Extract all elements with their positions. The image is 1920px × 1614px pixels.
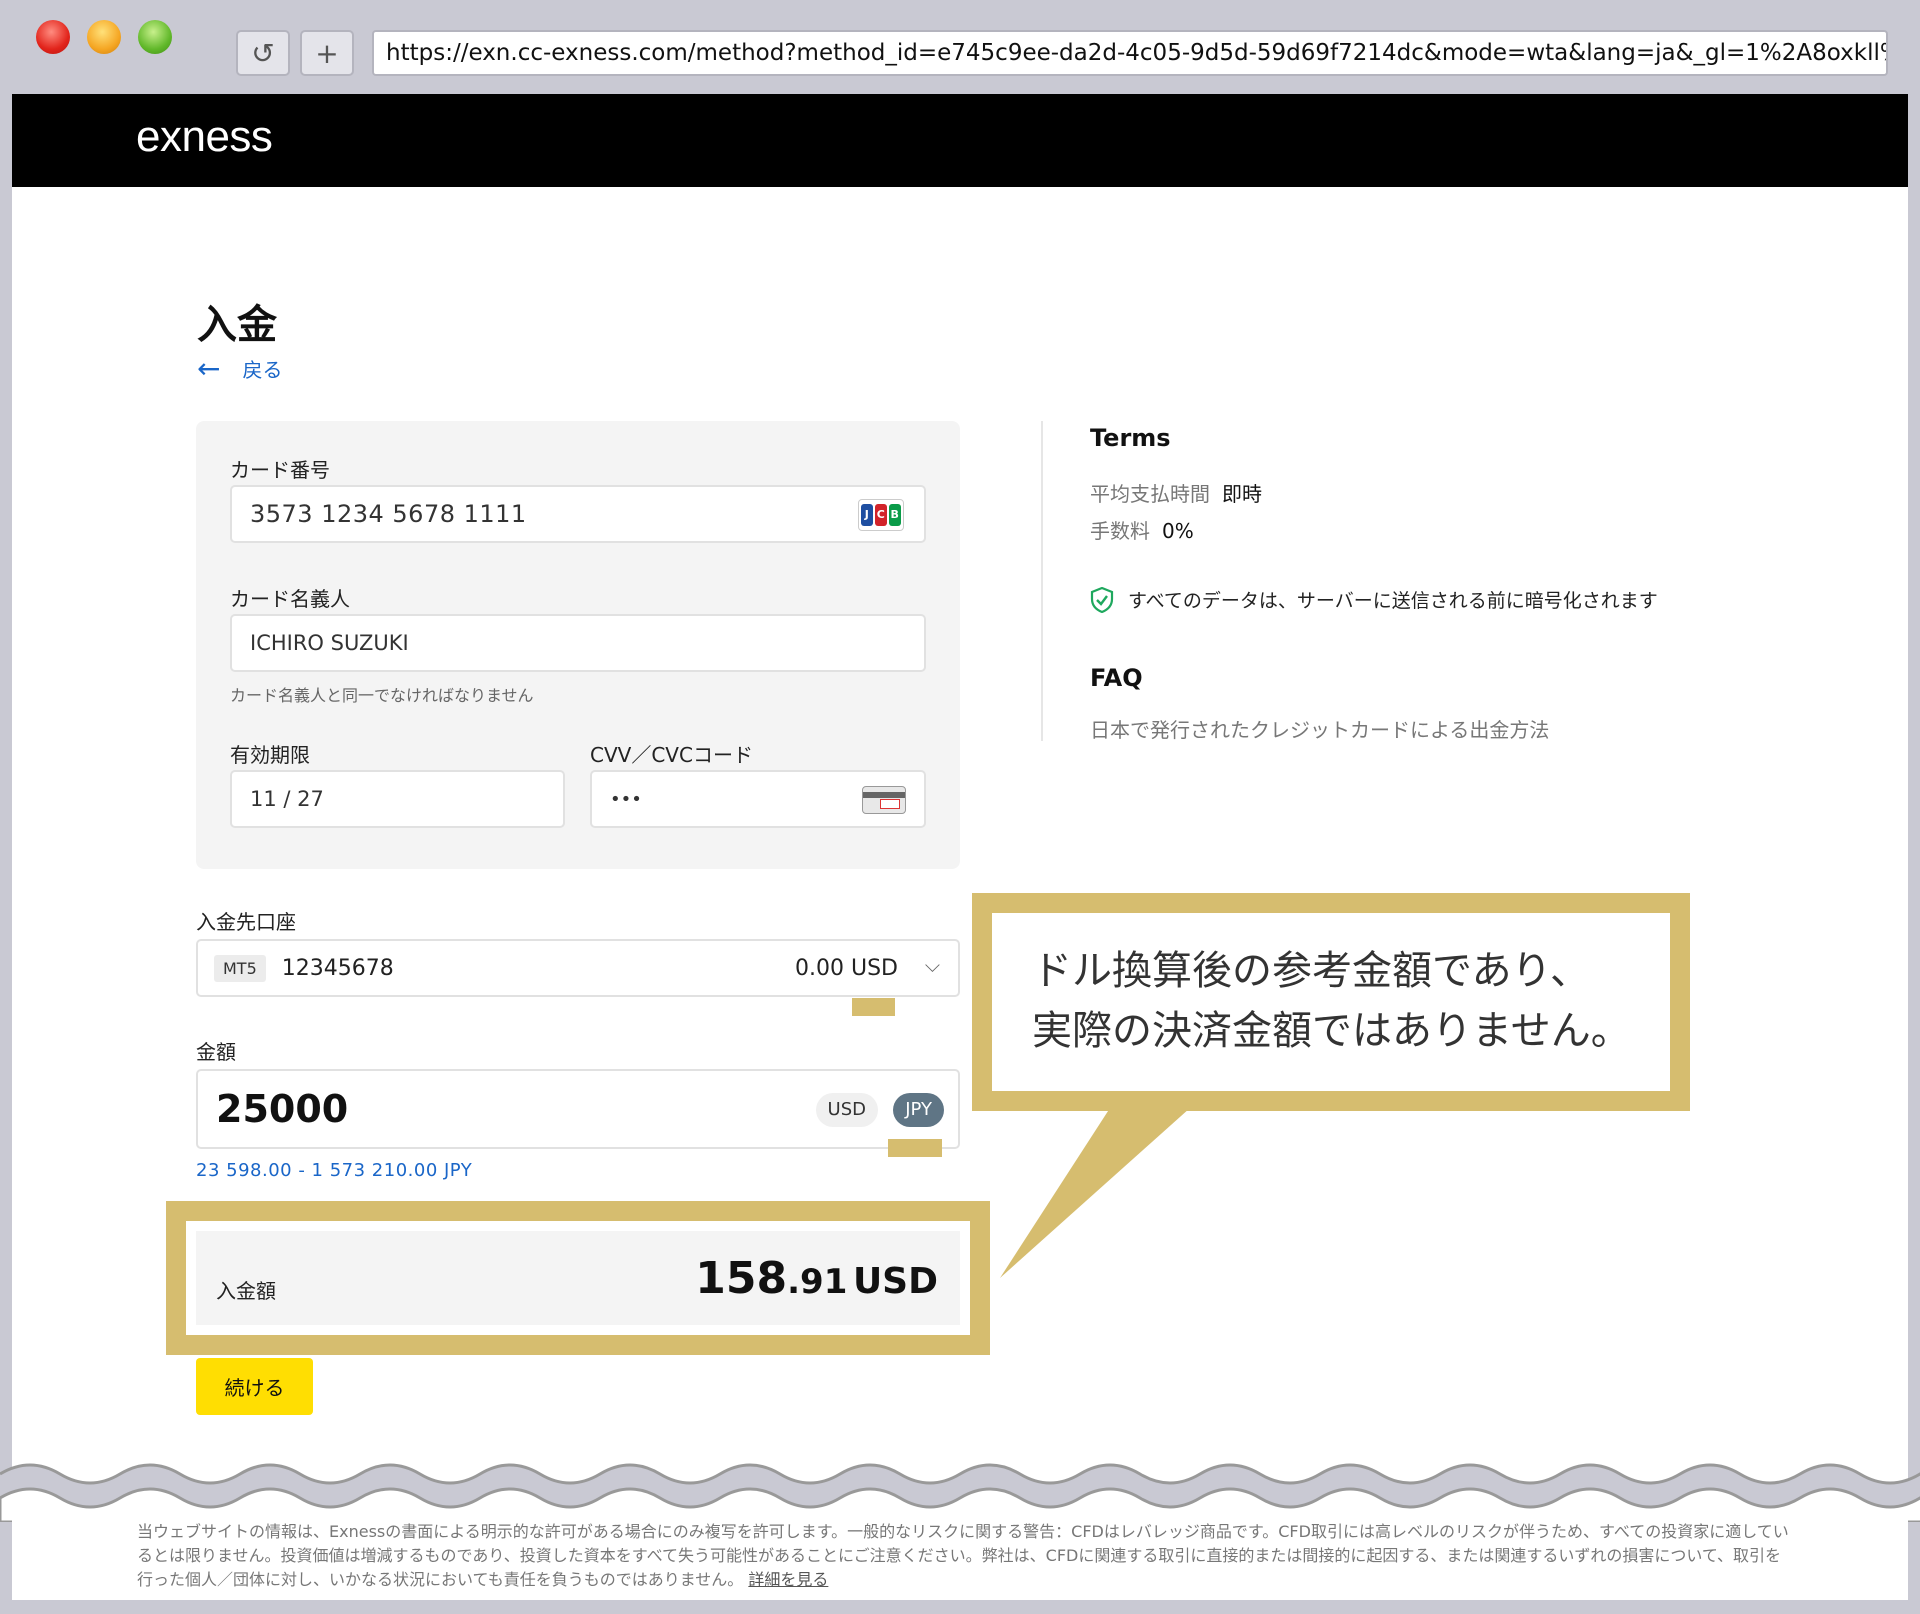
- divider: [1041, 421, 1043, 741]
- arrow-left-icon: ←: [197, 351, 221, 385]
- account-balance: 0.00 USD: [795, 955, 898, 981]
- account-number: 12345678: [281, 955, 394, 981]
- cvv-value: •••: [610, 788, 642, 810]
- chevron-down-icon: ⌵: [924, 953, 940, 977]
- reload-icon[interactable]: ↺: [236, 30, 290, 76]
- highlight-mark-usd: [852, 998, 895, 1016]
- terms-heading: Terms: [1090, 424, 1171, 452]
- shield-check-icon: [1090, 586, 1114, 613]
- page-title: 入金: [197, 302, 277, 348]
- close-window-button[interactable]: [36, 20, 70, 54]
- total-label: 入金額: [216, 1279, 276, 1303]
- amount-input[interactable]: 25000 USD JPY: [196, 1069, 960, 1149]
- card-number-input[interactable]: 3573 1234 5678 1111 JCB: [230, 485, 926, 543]
- card-holder-hint: カード名義人と同一でなければなりません: [230, 686, 534, 705]
- currency-usd-toggle[interactable]: USD: [815, 1093, 878, 1127]
- highlight-mark-jpy: [888, 1139, 942, 1157]
- card-holder-value: ICHIRO SUZUKI: [250, 631, 409, 655]
- expiry-label: 有効期限: [230, 743, 310, 767]
- fee-row: 手数料 0%: [1090, 519, 1194, 543]
- expiry-value: 11 / 27: [250, 787, 324, 811]
- back-link[interactable]: ← 戻る: [197, 354, 282, 383]
- cvv-input[interactable]: •••: [590, 770, 926, 828]
- total-value: 158.91 USD: [695, 1253, 938, 1304]
- amount-range: 23 598.00 - 1 573 210.00 JPY: [196, 1160, 473, 1181]
- footer-disclaimer: 当ウェブサイトの情報は、Exnessの書面による明示的な許可がある場合にのみ複写…: [137, 1522, 1789, 1589]
- faq-heading: FAQ: [1090, 664, 1143, 692]
- footer-more-link[interactable]: 詳細を見る: [748, 1570, 828, 1589]
- jcb-logo-icon: JCB: [858, 499, 904, 531]
- card-holder-input[interactable]: ICHIRO SUZUKI: [230, 614, 926, 672]
- total-box: 入金額 158.91 USD: [196, 1231, 960, 1325]
- callout-tail: [1000, 1108, 1190, 1278]
- avg-time-row: 平均支払時間 即時: [1090, 482, 1262, 506]
- card-number-value: 3573 1234 5678 1111: [250, 500, 527, 528]
- account-select[interactable]: MT5 12345678 0.00 USD ⌵: [196, 939, 960, 997]
- amount-value: 25000: [216, 1087, 349, 1131]
- back-label: 戻る: [242, 358, 283, 382]
- continue-button[interactable]: 続ける: [196, 1358, 313, 1415]
- maximize-window-button[interactable]: [138, 20, 172, 54]
- exness-logo[interactable]: exness: [136, 112, 273, 162]
- page: exness 入金 ← 戻る カード番号 3573 1234 5678 1111…: [12, 94, 1908, 1600]
- top-bar: exness: [12, 94, 1908, 187]
- total-highlight-frame: 入金額 158.91 USD: [166, 1201, 990, 1355]
- cvv-label: CVV／CVCコード: [590, 743, 753, 767]
- platform-badge: MT5: [214, 954, 266, 982]
- browser-chrome: ↺ + https://exn.cc-exness.com/method?met…: [0, 0, 1920, 94]
- faq-link[interactable]: 日本で発行されたクレジットカードによる出金方法: [1090, 714, 1549, 743]
- currency-jpy-toggle[interactable]: JPY: [893, 1093, 944, 1127]
- card-number-label: カード番号: [230, 458, 330, 482]
- secure-note: すべてのデータは、サーバーに送信される前に暗号化されます: [1090, 586, 1658, 613]
- amount-label: 金額: [196, 1040, 236, 1064]
- new-tab-icon[interactable]: +: [300, 30, 354, 76]
- minimize-window-button[interactable]: [87, 20, 121, 54]
- card-back-icon: [862, 786, 906, 814]
- expiry-input[interactable]: 11 / 27: [230, 770, 565, 828]
- callout-box: ドル換算後の参考金額であり、 実際の決済金額ではありません。: [972, 893, 1690, 1111]
- url-bar[interactable]: https://exn.cc-exness.com/method?method_…: [372, 30, 1888, 76]
- card-form-panel: カード番号 3573 1234 5678 1111 JCB カード名義人 ICH…: [196, 421, 960, 869]
- callout-line-2: 実際の決済金額ではありません。: [1032, 1008, 1631, 1054]
- callout-line-1: ドル換算後の参考金額であり、: [1032, 948, 1590, 994]
- card-holder-label: カード名義人: [230, 587, 350, 611]
- footer: 当ウェブサイトの情報は、Exnessの書面による明示的な許可がある場合にのみ複写…: [12, 1510, 1908, 1600]
- account-label: 入金先口座: [196, 910, 296, 934]
